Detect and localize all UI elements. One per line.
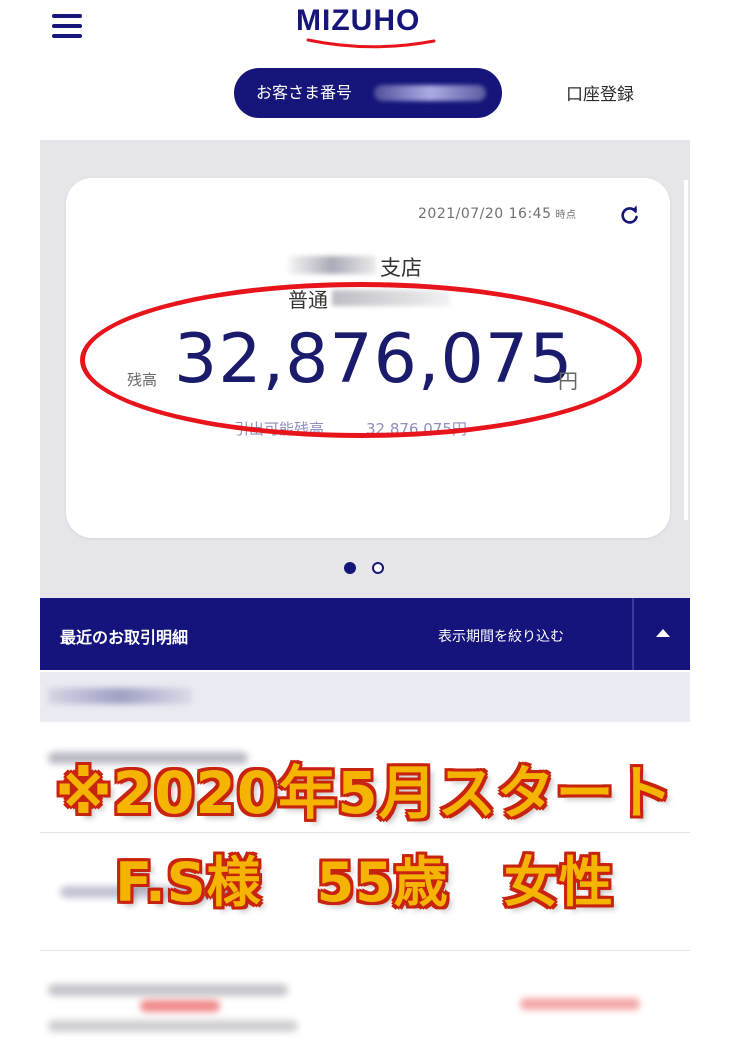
carousel-dot-1[interactable] bbox=[344, 562, 356, 574]
balance-amount: 32,876,075 bbox=[174, 320, 574, 399]
carousel-pagination bbox=[344, 562, 394, 576]
logo-text: MIZUHO bbox=[296, 4, 421, 37]
mizuho-logo: MIZUHO bbox=[296, 4, 436, 52]
refresh-icon[interactable] bbox=[620, 205, 640, 225]
carousel-dot-2[interactable] bbox=[372, 562, 384, 574]
filter-period-link[interactable]: 表示期間を絞り込む bbox=[438, 626, 564, 646]
branch-name-redacted bbox=[288, 256, 376, 274]
transaction-amount-redacted bbox=[140, 1000, 220, 1012]
customer-number-label: お客さま番号 bbox=[256, 83, 353, 102]
hamburger-menu-icon[interactable] bbox=[52, 12, 84, 42]
transaction-row-redacted bbox=[48, 984, 288, 996]
row-separator bbox=[40, 950, 690, 951]
balance-unit: 円 bbox=[558, 369, 578, 393]
collapse-button[interactable] bbox=[634, 598, 690, 670]
app-header: MIZUHO bbox=[0, 0, 729, 60]
transactions-title: 最近のお取引明細 bbox=[60, 628, 189, 647]
branch-label: 支店 bbox=[380, 256, 422, 280]
next-card-peek[interactable] bbox=[684, 180, 688, 520]
overlay-caption-customer: F.S様 55歳 女性 bbox=[115, 851, 614, 914]
transaction-amount-redacted bbox=[520, 998, 640, 1010]
timestamp-suffix: 時点 bbox=[555, 210, 577, 221]
account-registration-link[interactable]: 口座登録 bbox=[566, 80, 634, 105]
customer-number-redacted bbox=[374, 85, 486, 101]
transaction-date-redacted bbox=[48, 688, 192, 704]
account-number-redacted bbox=[332, 290, 450, 306]
row-separator bbox=[40, 832, 690, 833]
balance-label: 残高 bbox=[127, 371, 158, 389]
transaction-row-redacted bbox=[48, 1020, 298, 1032]
available-balance-label: 引出可能残高 bbox=[234, 420, 325, 438]
available-balance-amount: 32,876,075円 bbox=[366, 420, 467, 438]
timestamp-value: 2021/07/20 16:45 bbox=[418, 206, 552, 222]
overlay-caption-start: ※2020年5月スタート bbox=[55, 759, 674, 827]
customer-number-button[interactable]: お客さま番号 bbox=[234, 68, 502, 118]
account-type: 普通 bbox=[288, 288, 328, 312]
balance-timestamp: 2021/07/20 16:45 時点 bbox=[418, 206, 577, 222]
chevron-up-icon bbox=[656, 629, 670, 637]
recent-transactions-header: 最近のお取引明細 表示期間を絞り込む bbox=[40, 598, 690, 670]
account-balance-card[interactable]: 2021/07/20 16:45 時点 支店 普通 残高 32,876,075 円… bbox=[66, 178, 670, 538]
